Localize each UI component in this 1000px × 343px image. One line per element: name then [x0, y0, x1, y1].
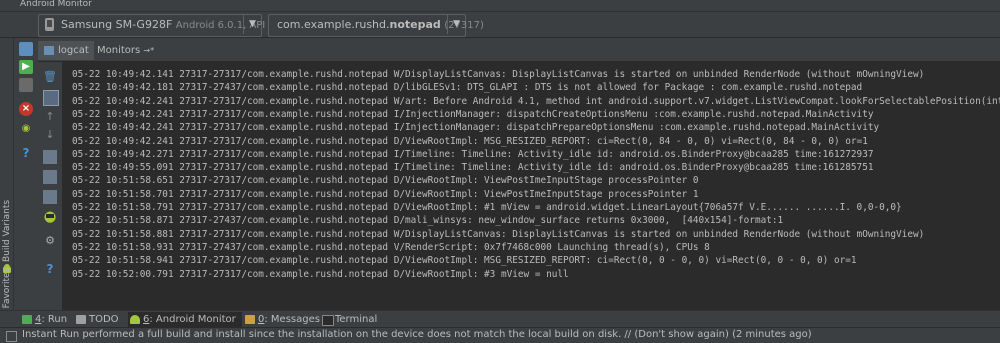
status-bar: Instant Run performed a full build and i…	[0, 327, 1000, 343]
messages-tool-button[interactable]: 0: Messages	[243, 312, 320, 327]
chevron-down-icon[interactable]: ▼	[447, 15, 465, 34]
terminal-icon	[322, 315, 334, 326]
system-info-icon[interactable]	[19, 78, 33, 92]
device-detail: Android 6.0.1, API 23	[175, 20, 282, 31]
terminate-app-icon[interactable]: ×	[19, 102, 33, 116]
monitor-toolbar: ▶ × ◉ ?	[14, 38, 38, 310]
log-line: 05-22 10:51:58.871 27317-27437/com.examp…	[72, 215, 784, 227]
log-line: 05-22 10:51:58.701 27317-27317/com.examp…	[72, 188, 699, 200]
soft-wraps-icon[interactable]	[43, 150, 57, 164]
bottom-tool-bar: 4: Run TODO 6: Android Monitor 0: Messag…	[0, 310, 1000, 327]
arrow-down-icon[interactable]: ↓	[43, 128, 57, 142]
phone-icon	[45, 18, 54, 31]
terminal-tool-button[interactable]: Terminal	[320, 312, 377, 327]
log-line: 05-22 10:49:42.181 27317-27437/com.examp…	[72, 82, 863, 94]
process-name-bold: notepad	[389, 18, 441, 31]
tab-monitors-label: Monitors	[97, 45, 141, 56]
log-line: 05-22 10:51:58.941 27317-27317/com.examp…	[72, 255, 857, 267]
log-line: 05-22 10:49:42.141 27317-27317/com.examp…	[72, 69, 925, 80]
tab-logcat-label: logcat	[58, 45, 89, 56]
layout-inspector-icon[interactable]: ◉	[19, 122, 33, 136]
window-title: Android Monitor	[20, 0, 92, 9]
device-selector[interactable]: Samsung SM-G928F Android 6.0.1, API 23 ▼	[38, 14, 281, 37]
monitor-tab-row: logcat Monitors →*	[38, 38, 1000, 62]
log-line: 05-22 10:49:42.241 27317-27317/com.examp…	[72, 108, 874, 120]
android-monitor-tool-button[interactable]: 6: Android Monitor	[128, 312, 242, 327]
device-process-row: Samsung SM-G928F Android 6.0.1, API 23 ▼…	[0, 12, 1000, 38]
build-variants-tab[interactable]: Build Variants	[0, 188, 14, 273]
log-line: 05-22 10:51:58.791 27317-27317/com.examp…	[72, 202, 902, 213]
log-line: 05-22 10:51:58.651 27317-27317/com.examp…	[72, 175, 699, 187]
help-icon[interactable]: ?	[43, 262, 57, 276]
todo-label: TODO	[89, 314, 119, 325]
logcat-output[interactable]: 05-22 10:49:42.141 27317-27317/com.examp…	[62, 62, 1000, 310]
todo-icon	[76, 315, 86, 324]
log-line: 05-22 10:51:58.881 27317-27317/com.examp…	[72, 228, 925, 240]
status-message[interactable]: Instant Run performed a full build and i…	[22, 329, 812, 340]
toggle-tool-windows-icon[interactable]	[6, 331, 17, 342]
log-line: 05-22 10:52:00.791 27317-27317/com.examp…	[72, 268, 569, 280]
process-selector[interactable]: com.example.rushd.notepad (27317) ▼	[268, 14, 484, 37]
help-icon[interactable]: ?	[19, 146, 33, 160]
log-line: 05-22 10:49:42.241 27317-27317/com.examp…	[72, 122, 880, 134]
title-bar: Android Monitor	[0, 0, 1000, 12]
tab-logcat[interactable]: logcat	[38, 41, 94, 60]
android-monitor-label: : Android Monitor	[149, 314, 236, 325]
left-tool-stripe: Build Variants 2: Favorites ★	[0, 38, 14, 329]
screen-record-icon[interactable]: ▶	[19, 60, 33, 74]
run-label: : Run	[41, 314, 68, 325]
build-variants-label: Build Variants	[2, 199, 12, 262]
print-icon[interactable]	[43, 170, 57, 184]
restart-icon[interactable]	[43, 190, 57, 204]
messages-label: : Messages	[264, 314, 320, 325]
gear-icon[interactable]: ⚙	[43, 234, 57, 248]
trash-icon[interactable]: 🗑	[43, 70, 57, 84]
device-name: Samsung SM-G928F	[61, 18, 173, 31]
log-line: 05-22 10:49:42.241 27317-27317/com.examp…	[72, 95, 1000, 107]
run-tool-button[interactable]: 4: Run	[20, 312, 67, 327]
terminal-label: Terminal	[335, 314, 378, 325]
favorites-tab[interactable]: 2: Favorites ★	[0, 268, 14, 329]
scroll-to-end-icon[interactable]	[43, 90, 59, 106]
android-icon	[130, 315, 140, 324]
log-line: 05-22 10:49:42.241 27317-27317/com.examp…	[72, 135, 868, 147]
log-line: 05-22 10:51:58.931 27317-27437/com.examp…	[72, 241, 710, 253]
arrow-up-icon[interactable]: ↑	[43, 110, 57, 124]
log-line: 05-22 10:49:55.091 27317-27317/com.examp…	[72, 162, 874, 174]
process-name-prefix: com.example.rushd.	[277, 18, 390, 31]
todo-tool-button[interactable]: TODO	[74, 312, 119, 327]
chevron-down-icon[interactable]: ▼	[243, 15, 261, 34]
screen-capture-icon[interactable]	[19, 42, 33, 56]
tab-monitors-suffix: →*	[143, 46, 155, 55]
android-icon-accent	[46, 214, 54, 218]
logcat-icon	[44, 46, 54, 55]
run-icon	[22, 315, 32, 324]
log-line: 05-22 10:49:42.271 27317-27317/com.examp…	[72, 148, 874, 160]
tab-monitors[interactable]: Monitors →*	[92, 41, 159, 60]
messages-icon	[245, 315, 255, 324]
logcat-toolbar: 🗑 ↑ ↓ ⬤ ⚙ ?	[38, 62, 62, 310]
